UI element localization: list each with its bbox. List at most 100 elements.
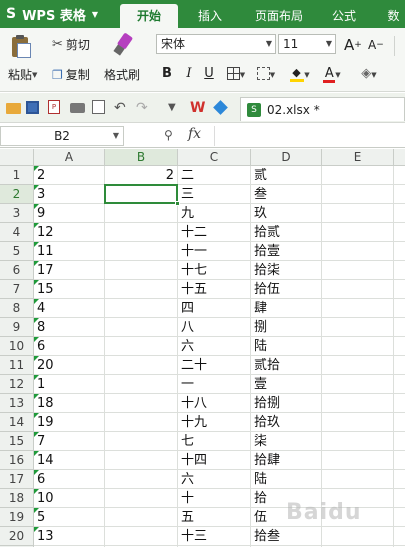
fill-color-button[interactable]: ◆ ▼	[286, 64, 314, 84]
tab-file-02[interactable]: S 02.xlsx *	[240, 97, 405, 121]
insert-function-button[interactable]: fx	[188, 126, 201, 142]
cell-c3[interactable]: 九	[178, 204, 251, 223]
tab-home[interactable]: 开始	[120, 4, 178, 28]
row-header[interactable]: 14	[0, 413, 34, 432]
copy-button[interactable]: ❐ 复制	[52, 66, 90, 83]
cell-a9[interactable]: 8	[34, 318, 105, 337]
cell-b10[interactable]	[105, 337, 178, 356]
row-header[interactable]: 13	[0, 394, 34, 413]
cell-b5[interactable]	[105, 242, 178, 261]
row-header[interactable]: 2	[0, 185, 34, 204]
cell-b6[interactable]	[105, 261, 178, 280]
undo-icon[interactable]: ↶	[114, 100, 130, 116]
save-icon[interactable]	[26, 100, 42, 116]
cell-d11[interactable]: 贰拾	[251, 356, 322, 375]
row-header[interactable]: 3	[0, 204, 34, 223]
cell-a12[interactable]: 1	[34, 375, 105, 394]
cell-e20[interactable]	[322, 527, 394, 546]
merge-cells-button[interactable]: ▼	[252, 64, 280, 84]
row-header[interactable]: 18	[0, 489, 34, 508]
row-header[interactable]: 6	[0, 261, 34, 280]
spreadsheet-grid[interactable]: A B C D E 1 2 2 二贰 2 3 三叁 3 9 九玖 4 12 十二 拾贰 5 11 十一 拾壹 6 17 十七 拾柒 7…	[0, 149, 405, 547]
row-header[interactable]: 5	[0, 242, 34, 261]
cell-b1[interactable]: 2	[105, 166, 178, 185]
cell-b15[interactable]	[105, 432, 178, 451]
cell-e4[interactable]	[322, 223, 394, 242]
cell-d12[interactable]: 壹	[251, 375, 322, 394]
cell-b12[interactable]	[105, 375, 178, 394]
cell-d4[interactable]: 拾贰	[251, 223, 322, 242]
cell-c17[interactable]: 六	[178, 470, 251, 489]
cell-d9[interactable]: 捌	[251, 318, 322, 337]
zoom-search-icon[interactable]: ⚲	[164, 128, 173, 142]
font-name-select[interactable]: 宋体 ▼	[156, 34, 276, 54]
column-header-a[interactable]: A	[34, 149, 105, 166]
row-header[interactable]: 17	[0, 470, 34, 489]
bold-button[interactable]: B	[158, 64, 176, 84]
cell-a1[interactable]: 2	[34, 166, 105, 185]
cell-b7[interactable]	[105, 280, 178, 299]
paste-button[interactable]	[10, 34, 32, 58]
row-header[interactable]: 9	[0, 318, 34, 337]
cell-a11[interactable]: 20	[34, 356, 105, 375]
cell-a19[interactable]: 5	[34, 508, 105, 527]
cell-d7[interactable]: 拾伍	[251, 280, 322, 299]
select-all-corner[interactable]	[0, 149, 34, 166]
cell-c6[interactable]: 十七	[178, 261, 251, 280]
cell-c15[interactable]: 七	[178, 432, 251, 451]
cell-d10[interactable]: 陆	[251, 337, 322, 356]
row-header[interactable]: 4	[0, 223, 34, 242]
italic-button[interactable]: I	[180, 64, 198, 84]
cell-e13[interactable]	[322, 394, 394, 413]
cell-b19[interactable]	[105, 508, 178, 527]
cloud-cube-icon[interactable]	[213, 100, 230, 116]
cell-a20[interactable]: 13	[34, 527, 105, 546]
column-header-b[interactable]: B	[105, 149, 178, 166]
cell-b3[interactable]	[105, 204, 178, 223]
cell-a2[interactable]: 3	[34, 185, 105, 204]
redo-icon[interactable]: ↷	[136, 100, 152, 116]
cell-b14[interactable]	[105, 413, 178, 432]
cell-c19[interactable]: 五	[178, 508, 251, 527]
cell-b20[interactable]	[105, 527, 178, 546]
cell-a7[interactable]: 15	[34, 280, 105, 299]
column-header-c[interactable]: C	[178, 149, 251, 166]
cell-d3[interactable]: 玖	[251, 204, 322, 223]
cell-a13[interactable]: 18	[34, 394, 105, 413]
cell-a14[interactable]: 19	[34, 413, 105, 432]
format-styles-button[interactable]: ◈▼	[352, 64, 386, 84]
cell-a17[interactable]: 6	[34, 470, 105, 489]
cell-b17[interactable]	[105, 470, 178, 489]
cell-a6[interactable]: 17	[34, 261, 105, 280]
cell-c1[interactable]: 二	[178, 166, 251, 185]
cell-a5[interactable]: 11	[34, 242, 105, 261]
cell-c10[interactable]: 六	[178, 337, 251, 356]
cell-e17[interactable]	[322, 470, 394, 489]
row-header[interactable]: 1	[0, 166, 34, 185]
cell-e7[interactable]	[322, 280, 394, 299]
cell-d13[interactable]: 拾捌	[251, 394, 322, 413]
cell-b2[interactable]	[105, 185, 178, 204]
cell-d2[interactable]: 叁	[251, 185, 322, 204]
cell-d8[interactable]: 肆	[251, 299, 322, 318]
cell-e1[interactable]	[322, 166, 394, 185]
cell-c13[interactable]: 十八	[178, 394, 251, 413]
cell-b9[interactable]	[105, 318, 178, 337]
export-pdf-icon[interactable]: P	[48, 100, 64, 116]
cell-e3[interactable]	[322, 204, 394, 223]
cell-e2[interactable]	[322, 185, 394, 204]
cell-d14[interactable]: 拾玖	[251, 413, 322, 432]
cell-c2[interactable]: 三	[178, 185, 251, 204]
cell-d5[interactable]: 拾壹	[251, 242, 322, 261]
row-header[interactable]: 15	[0, 432, 34, 451]
cell-c20[interactable]: 十三	[178, 527, 251, 546]
print-preview-icon[interactable]	[92, 100, 108, 116]
cell-c7[interactable]: 十五	[178, 280, 251, 299]
cell-d1[interactable]: 贰	[251, 166, 322, 185]
underline-button[interactable]: U	[200, 64, 218, 84]
column-header-e[interactable]: E	[322, 149, 394, 166]
tab-data[interactable]: 数	[382, 4, 405, 28]
cell-d15[interactable]: 柒	[251, 432, 322, 451]
cell-a10[interactable]: 6	[34, 337, 105, 356]
cell-d16[interactable]: 拾肆	[251, 451, 322, 470]
